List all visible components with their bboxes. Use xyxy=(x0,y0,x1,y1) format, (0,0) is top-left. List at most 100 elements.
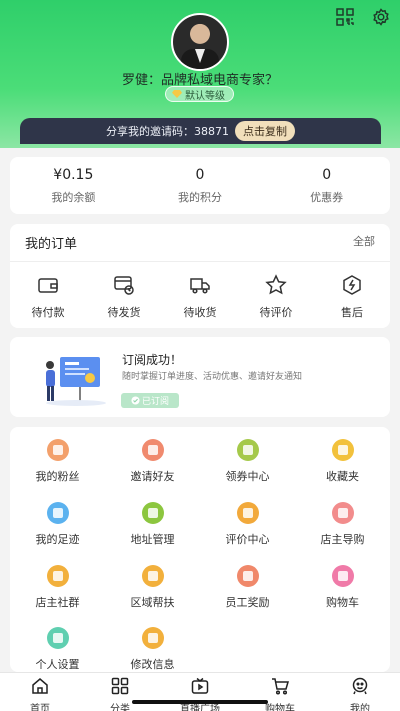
feature-item[interactable]: 地址管理 xyxy=(105,502,200,547)
subscription-description: 随时掌握订单进度、活动优惠、邀请好友通知 xyxy=(122,372,303,382)
feature-label: 个人设置 xyxy=(35,658,80,671)
stat-label: 优惠券 xyxy=(310,191,344,204)
nav-cart[interactable]: 购物车 xyxy=(240,673,320,711)
feature-label: 修改信息 xyxy=(130,658,175,671)
account-stats-card: ¥0.15 我的余额 0 我的积分 0 优惠券 xyxy=(10,157,390,214)
feature-item[interactable]: 领券中心 xyxy=(200,439,295,484)
stat-value: 0 xyxy=(322,167,332,183)
feature-item[interactable]: 员工奖励 xyxy=(200,565,295,610)
order-status-label: 待付款 xyxy=(31,306,65,319)
feature-item[interactable]: 店主导购 xyxy=(295,502,390,547)
feature-grid: 我的粉丝 邀请好友 领券中心 收藏夹我的足迹 地址管理 评价中心 店主导购店主社群 区域帮扶 员… xyxy=(10,427,390,672)
stat-label: 我的余额 xyxy=(51,191,96,204)
check-circle-icon xyxy=(131,396,140,405)
feature-item[interactable]: 我的粉丝 xyxy=(10,439,105,484)
feature-label: 评价中心 xyxy=(225,533,270,546)
feature-icon xyxy=(236,565,259,587)
stat-label: 我的积分 xyxy=(178,191,222,204)
cart-icon xyxy=(272,678,289,695)
stat-points[interactable]: 0 我的积分 xyxy=(137,157,264,214)
order-after-sale[interactable]: 售后 xyxy=(314,274,390,320)
order-pending-payment[interactable]: 待付款 xyxy=(10,274,86,320)
truck-icon xyxy=(190,278,210,294)
feature-label: 店主导购 xyxy=(320,533,365,546)
home-icon xyxy=(32,678,48,694)
feature-icon xyxy=(331,502,354,524)
feature-icon xyxy=(236,439,259,461)
feature-item[interactable]: 邀请好友 xyxy=(105,439,200,484)
feature-label: 邀请好友 xyxy=(130,470,175,483)
feature-label: 领券中心 xyxy=(225,470,270,483)
subscription-card: 订阅成功！ 随时掌握订单进度、活动优惠、邀请好友通知 已订阅 xyxy=(10,337,390,417)
feature-item[interactable]: 购物车 xyxy=(295,565,390,610)
profile-icon xyxy=(352,677,368,695)
presentation-illustration xyxy=(46,357,106,406)
feature-label: 我的粉丝 xyxy=(35,470,80,483)
invite-code-text: 分享我的邀请码：38871 xyxy=(106,125,229,138)
bottom-navigation: 首页 分类 直播广场 购物车 我的 xyxy=(0,672,400,711)
feature-icon xyxy=(141,565,164,587)
feature-label: 员工奖励 xyxy=(225,596,270,609)
star-icon xyxy=(265,274,287,295)
feature-icon xyxy=(141,439,164,461)
order-pending-ship[interactable]: 待发货 xyxy=(86,274,162,320)
feature-icon xyxy=(46,502,69,524)
feature-label: 区域帮扶 xyxy=(130,596,175,609)
order-status-label: 待评价 xyxy=(259,306,293,319)
feature-item[interactable]: 区域帮扶 xyxy=(105,565,200,610)
level-badge: 默认等级 xyxy=(165,86,234,102)
order-status-label: 待发货 xyxy=(107,306,141,319)
feature-icon xyxy=(141,627,164,649)
feature-icon xyxy=(46,439,69,461)
nav-live[interactable]: 直播广场 xyxy=(160,673,240,711)
orders-title: 我的订单 xyxy=(25,237,78,252)
feature-item[interactable]: 店主社群 xyxy=(10,565,105,610)
feature-label: 我的足迹 xyxy=(35,533,80,546)
feature-icon xyxy=(331,439,354,461)
subscribed-label: 已订阅 xyxy=(141,397,169,407)
user-avatar[interactable] xyxy=(171,13,229,71)
nav-category[interactable]: 分类 xyxy=(80,673,160,711)
feature-item[interactable]: 修改信息 xyxy=(105,627,200,672)
settings-gear-icon[interactable] xyxy=(372,8,390,30)
wallet-icon xyxy=(38,278,58,293)
feature-icon xyxy=(46,565,69,587)
order-status-label: 待收货 xyxy=(183,306,217,319)
feature-label: 收藏夹 xyxy=(326,470,359,483)
qr-code-icon[interactable] xyxy=(336,8,354,30)
stat-balance[interactable]: ¥0.15 我的余额 xyxy=(10,157,137,214)
stat-value: 0 xyxy=(195,167,205,183)
feature-item[interactable]: 收藏夹 xyxy=(295,439,390,484)
order-status-label: 售后 xyxy=(341,306,363,319)
level-label: 默认等级 xyxy=(185,90,225,102)
feature-label: 店主社群 xyxy=(35,596,80,609)
my-orders-card: 我的订单 全部 待付款 待发货 待收货 待评价 售后 xyxy=(10,224,390,328)
feature-icon xyxy=(236,502,259,524)
feature-icon xyxy=(141,502,164,524)
orders-view-all-link[interactable]: 全部 xyxy=(353,233,375,252)
feature-item[interactable]: 我的足迹 xyxy=(10,502,105,547)
stat-coupons[interactable]: 0 优惠券 xyxy=(263,157,390,214)
diamond-icon xyxy=(172,90,182,98)
subscription-title: 订阅成功！ xyxy=(122,353,183,367)
nav-profile[interactable]: 我的 xyxy=(320,673,400,711)
feature-label: 购物车 xyxy=(326,596,359,609)
feature-icon xyxy=(46,627,69,649)
invite-bar: 分享我的邀请码：38871 点击复制 xyxy=(20,118,381,144)
order-pending-review[interactable]: 待评价 xyxy=(238,274,314,320)
after-sale-icon xyxy=(343,275,361,295)
order-pending-receive[interactable]: 待收货 xyxy=(162,274,238,320)
feature-item[interactable]: 个人设置 xyxy=(10,627,105,672)
pending-ship-icon xyxy=(114,276,134,295)
subscribed-badge[interactable]: 已订阅 xyxy=(121,393,179,408)
live-icon xyxy=(191,677,209,694)
stat-value: ¥0.15 xyxy=(53,167,94,183)
home-indicator xyxy=(132,700,268,704)
feature-label: 地址管理 xyxy=(130,533,175,546)
top-actions xyxy=(336,8,390,30)
nav-home[interactable]: 首页 xyxy=(0,673,80,711)
feature-item[interactable]: 评价中心 xyxy=(200,502,295,547)
nav-label: 首页 xyxy=(30,704,50,711)
category-icon xyxy=(111,677,129,695)
copy-invite-code-button[interactable]: 点击复制 xyxy=(235,121,295,141)
